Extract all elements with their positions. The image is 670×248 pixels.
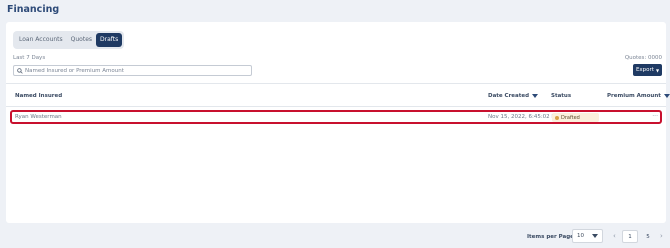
tab-loan-accounts[interactable]: Loan Accounts bbox=[15, 33, 67, 47]
header-named-insured[interactable]: Named Insured bbox=[15, 93, 62, 99]
cell-date-created: Nov 15, 2022, 6:45:02 PM bbox=[488, 114, 560, 120]
prev-page-icon[interactable]: ‹ bbox=[613, 232, 616, 240]
header-date-created[interactable]: Date Created bbox=[488, 93, 539, 99]
divider bbox=[6, 83, 666, 84]
more-options-icon[interactable]: ··· bbox=[652, 113, 658, 120]
sort-desc-icon bbox=[663, 94, 670, 98]
export-button[interactable]: Export ▼ bbox=[633, 64, 662, 76]
items-per-page-label: Items per Page: bbox=[527, 234, 577, 240]
sort-desc-icon bbox=[532, 94, 539, 98]
page-size-select[interactable]: 10 bbox=[572, 229, 603, 243]
tab-drafts[interactable]: Drafts bbox=[96, 33, 123, 47]
cell-named-insured[interactable]: Ryan Westerman bbox=[15, 114, 62, 120]
status-label: Drafted bbox=[561, 114, 580, 121]
page-1[interactable]: 1 bbox=[622, 230, 638, 243]
header-status[interactable]: Status bbox=[551, 93, 571, 99]
date-filter-label[interactable]: Last 7 Days bbox=[13, 55, 45, 61]
status-dot-icon bbox=[555, 115, 559, 120]
header-label: Premium Amount bbox=[607, 93, 661, 99]
header-premium-amount[interactable]: Premium Amount bbox=[607, 93, 670, 99]
chevron-down-icon bbox=[592, 234, 598, 238]
header-label: Status bbox=[551, 93, 572, 99]
page-size-value: 10 bbox=[577, 233, 584, 239]
export-label: Export bbox=[635, 67, 654, 73]
page-5[interactable]: 5 bbox=[640, 230, 656, 243]
header-divider bbox=[6, 106, 666, 107]
search-box[interactable] bbox=[13, 65, 252, 76]
page-title: Financing bbox=[7, 4, 60, 15]
quotes-count: Quotes: 0000 bbox=[624, 55, 662, 61]
chevron-down-icon: ▼ bbox=[655, 67, 660, 73]
header-label: Date Created bbox=[488, 93, 530, 99]
table-row[interactable]: Ryan Westerman Nov 15, 2022, 6:45:02 PM … bbox=[10, 110, 662, 124]
search-icon bbox=[17, 67, 23, 74]
header-label: Named Insured bbox=[15, 93, 63, 99]
next-page-icon[interactable]: › bbox=[660, 232, 663, 240]
status-badge: Drafted bbox=[552, 113, 599, 122]
tab-quotes[interactable]: Quotes bbox=[67, 33, 96, 47]
search-input[interactable] bbox=[25, 67, 245, 74]
tab-group: Loan Accounts Quotes Drafts bbox=[13, 31, 125, 49]
